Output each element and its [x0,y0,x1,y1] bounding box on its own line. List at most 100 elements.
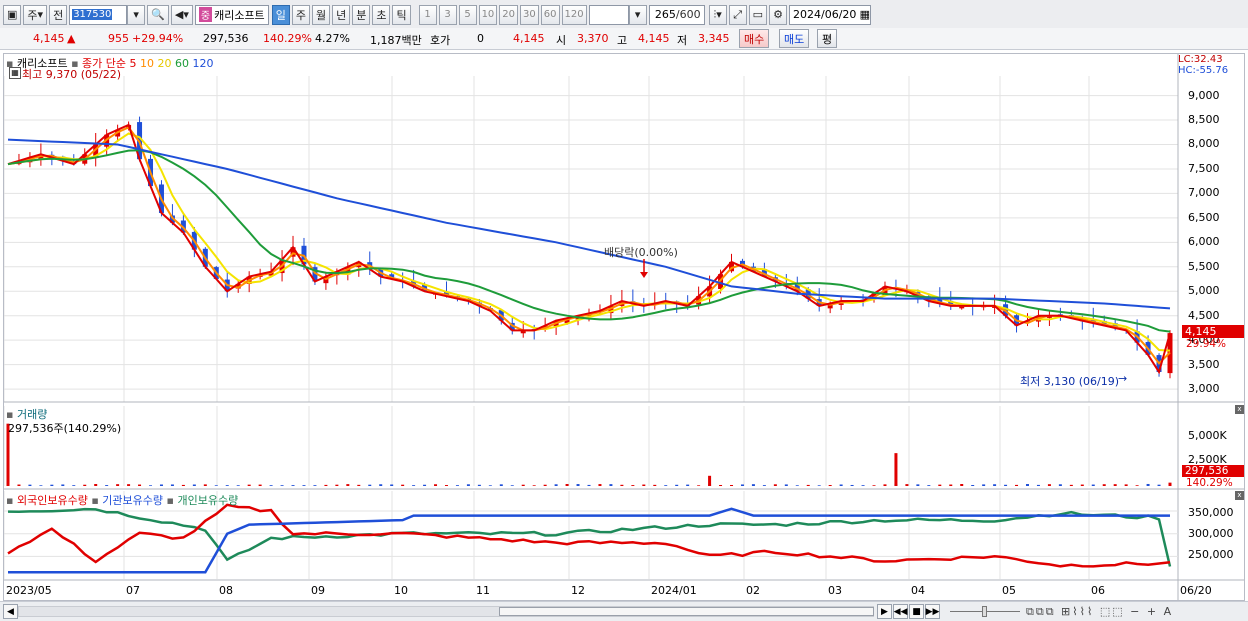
volume-bar [817,485,821,486]
tab-monthly[interactable]: 월 [311,4,331,25]
sell-button[interactable]: 매도 [779,29,810,48]
interval-60[interactable]: 60 [540,4,560,25]
prev-button[interactable]: 전 [49,4,68,25]
volume-bar [499,484,503,486]
volume-bar [214,485,218,486]
volume-bar [258,484,262,486]
buy-button[interactable]: 매수 [739,29,770,48]
trade-amount: 1,187백만 [370,34,422,47]
interval-5[interactable]: 5 [458,4,477,25]
interval-input[interactable] [588,4,629,25]
volume-bar [1069,484,1073,486]
volume-bar [280,485,284,486]
volume-bar [719,484,723,486]
volume-bar [324,484,328,486]
stock-name-field[interactable]: 중 캐리소프트 [194,4,269,25]
volume-bar [993,484,997,486]
tab-second[interactable]: 초 [372,4,391,25]
price-tick-label: 7,000 [1188,186,1220,200]
period-select[interactable]: 주 ▾ [23,4,48,25]
tab-weekly[interactable]: 주 [291,4,310,25]
volume-bar [247,484,251,486]
x-axis-label: 10 [394,584,408,597]
save-icon[interactable]: ▭ [748,4,767,25]
interval-3[interactable]: 3 [438,4,457,25]
volume-bar [565,484,569,486]
drawing-tools-icon[interactable]: ⧉⧉⧉ ⊞⌇⌇⌇ ⬚⬚ − + A [1026,605,1173,619]
price-change: 955 [108,32,129,45]
price-info-row: 4,145 ▲ 955 +29.94% 297,536 140.29% 4.27… [0,28,1248,50]
legend-ma5: 5 [129,57,137,70]
interval-1[interactable]: 1 [418,4,437,25]
volume-bar [883,484,887,486]
fast-forward-icon[interactable]: ▶▶ [925,604,940,619]
volume-bar [510,485,514,486]
volume-bar [795,485,799,486]
volume-spike-bar [1168,482,1172,486]
volume-bar [28,484,32,486]
search-icon[interactable]: 🔍 [147,4,169,25]
legend-individual: 개인보유수량 [177,494,239,507]
holdings-close-icon[interactable]: x [1235,491,1244,500]
stop-icon[interactable]: ■ [909,604,924,619]
volume-bar [949,484,953,486]
low-price: 3,345 [698,32,730,45]
volume-bar [61,484,65,486]
volume-bar [730,484,734,486]
volume-bar [653,484,657,486]
volume-bar [170,484,174,486]
horizontal-scrollbar[interactable] [18,606,874,617]
bar-count-field[interactable]: 265/600 [648,4,705,25]
calculator-icon[interactable]: ▦ [9,67,21,79]
chart-area[interactable]: ▪ 캐리소프트 ▪ 종가 단순 5 10 20 60 120 ▦ 최고 9,37… [3,53,1245,601]
volume-bar [1157,484,1161,486]
eval-button[interactable]: 평 [817,29,838,48]
volume-bar [225,485,229,486]
layout-icon[interactable]: ▣ [3,4,22,25]
tab-minute[interactable]: 분 [352,4,371,25]
calendar-icon[interactable]: ▦ [860,8,870,21]
volume-bar [1146,483,1150,486]
volume-bar [784,484,788,486]
play-icon[interactable]: ▶ [877,604,892,619]
settings-gear-icon[interactable]: ⚙ [769,4,787,25]
scroll-left-icon[interactable]: ◀ [3,604,18,619]
zoom-slider-thumb[interactable] [982,606,987,617]
volume-bar [455,485,459,486]
bottom-navbar: ◀ ▶ ◀◀ ■ ▶▶ ⧉⧉⧉ ⊞⌇⌇⌇ ⬚⬚ − + A [0,601,1248,621]
date-input[interactable]: 2024/06/20 ▦ [789,4,871,25]
volume-bar [379,484,383,486]
legend-ma20: 20 [157,57,172,70]
volume-bar [313,485,317,486]
drawing-tool-icon[interactable]: ⤢ [728,4,747,25]
interval-20[interactable]: 20 [499,4,519,25]
volume-bar [751,484,755,486]
rewind-icon[interactable]: ◀◀ [893,604,908,619]
candle-type-icon[interactable]: ⫶▾ [708,4,727,25]
interval-dropdown-icon[interactable]: ▾ [628,4,647,25]
price-tick-label: 9,000 [1188,88,1220,102]
volume-bar [850,484,854,486]
tab-daily[interactable]: 일 [271,4,290,25]
turnover-rate: 4.27% [315,32,350,45]
volume-bar [488,485,492,486]
stock-badge: 중 [198,7,213,22]
volume-bar [1091,484,1095,486]
stock-code-input[interactable]: 317530 [69,4,128,25]
code-dropdown-icon[interactable]: ▾ [127,4,146,25]
low-label: 저 [677,34,688,47]
legend-ma60: 60 [175,57,190,70]
volume-bar [302,485,306,486]
tab-yearly[interactable]: 년 [332,4,351,25]
interval-120[interactable]: 120 [561,4,587,25]
scroll-thumb[interactable] [499,607,874,616]
volume-bar [149,485,153,486]
interval-30[interactable]: 30 [520,4,539,25]
price-tag: 4,145 [1182,325,1244,338]
x-axis-label: 03 [828,584,842,597]
interval-10[interactable]: 10 [478,4,498,25]
volume-close-icon[interactable]: x [1235,405,1244,414]
tab-tick[interactable]: 틱 [392,4,411,25]
speaker-icon[interactable]: ◀▾ [170,4,193,25]
holdings-tick-300000: 300,000 [1188,527,1234,540]
